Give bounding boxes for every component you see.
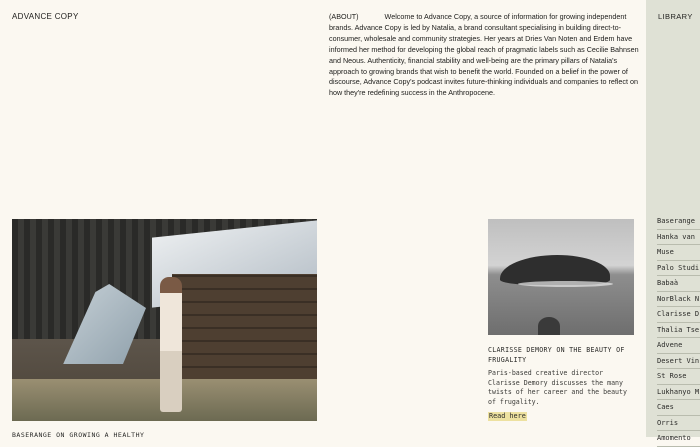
library-item[interactable]: Muse bbox=[657, 245, 700, 261]
library-item[interactable]: Lukhanyo M bbox=[657, 385, 700, 400]
library-item[interactable]: Caes bbox=[657, 400, 700, 416]
read-here-link[interactable]: Read here bbox=[488, 412, 527, 421]
photo-rock bbox=[538, 317, 560, 335]
article-title[interactable]: CLARISSE DEMORY ON THE BEAUTY OF FRUGALI… bbox=[488, 346, 638, 365]
library-item[interactable]: Advene bbox=[657, 338, 700, 354]
feature-photo[interactable] bbox=[12, 219, 317, 421]
about-text: Welcome to Advance Copy, a source of inf… bbox=[329, 12, 639, 98]
library-item[interactable]: Babaà bbox=[657, 276, 700, 292]
library-title[interactable]: LIBRARY bbox=[658, 12, 693, 21]
article-photo[interactable] bbox=[488, 219, 634, 335]
library-list: Baserange Hanka van Muse Palo Studi Baba… bbox=[657, 214, 700, 447]
library-item[interactable]: St Rose bbox=[657, 369, 700, 385]
about-section: (ABOUT) Welcome to Advance Copy, a source… bbox=[329, 12, 639, 99]
library-item[interactable]: Thalia Tse bbox=[657, 323, 700, 338]
library-item[interactable]: Amomento bbox=[657, 431, 700, 447]
feature-caption[interactable]: BASERANGE ON GROWING A HEALTHY bbox=[12, 431, 144, 439]
library-sidebar: LIBRARY Baserange Hanka van Muse Palo St… bbox=[646, 0, 700, 447]
library-item[interactable]: Hanka van bbox=[657, 230, 700, 245]
library-item[interactable]: NorBlack N bbox=[657, 292, 700, 307]
photo-fence bbox=[172, 274, 317, 379]
library-item[interactable]: Desert Vin bbox=[657, 354, 700, 369]
brand-logo[interactable]: ADVANCE COPY bbox=[12, 12, 79, 21]
library-item[interactable]: Orris bbox=[657, 416, 700, 431]
library-item[interactable]: Baserange bbox=[657, 214, 700, 230]
library-item[interactable]: Clarisse D bbox=[657, 307, 700, 323]
photo-foam bbox=[518, 281, 613, 287]
library-item[interactable]: Palo Studi bbox=[657, 261, 700, 276]
photo-person bbox=[160, 277, 182, 412]
article-description: Paris-based creative director Clarisse D… bbox=[488, 369, 627, 406]
about-tag: (ABOUT) bbox=[329, 12, 359, 21]
